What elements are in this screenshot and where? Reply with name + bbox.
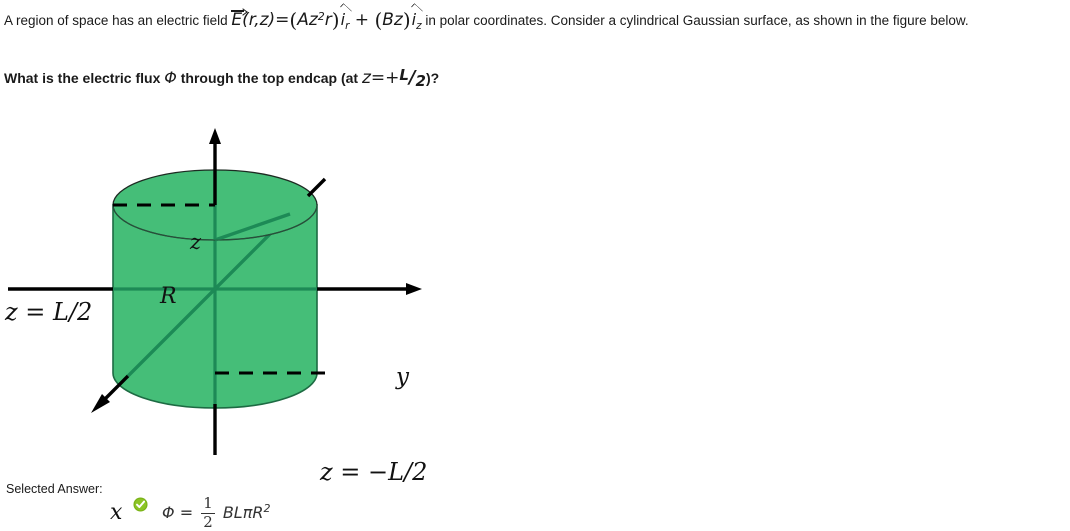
field-arguments: (r,z) [242, 10, 276, 30]
y-axis-label: y [396, 364, 409, 390]
answer-equals-sign: = [179, 502, 194, 522]
z-axis-label: z [190, 230, 202, 254]
correct-checkmark-icon [133, 497, 148, 512]
unit-vector-z-letter: i [411, 10, 417, 29]
question2-text-post: )? [425, 70, 440, 86]
term1-radial-variable: r [324, 10, 332, 30]
selected-answer-label: Selected Answer: [6, 482, 103, 496]
question-statement-line-1: A region of space has an electric field … [4, 3, 969, 35]
equals-sign: = [275, 10, 290, 30]
flux-symbol: Φ [164, 68, 177, 87]
gaussian-cylinder-diagram: z y x R z = L/2 z = −L/2 [0, 108, 470, 525]
answer-expression: BLπR [222, 502, 264, 522]
fraction-denominator: 2 [415, 72, 426, 90]
selected-answer-row: Selected Answer: Φ = 1 2 BLπR2 [4, 478, 404, 530]
z-variable: z [361, 68, 371, 88]
term1-close-paren: ) [331, 8, 340, 32]
fraction-numerator: L [399, 66, 409, 84]
term2-expression: Bz [382, 10, 403, 30]
plus-sign: + [354, 10, 370, 30]
answer-exponent: 2 [263, 501, 271, 515]
question2-text-mid: through the top endcap (at [176, 70, 362, 86]
top-endcap-plane-label: z = L/2 [5, 298, 93, 326]
half-L-fraction: L/2 [399, 66, 426, 90]
answer-flux-symbol: Φ [162, 502, 175, 522]
cylinder-figure-svg [8, 128, 422, 455]
selected-answer-formula: Φ = 1 2 BLπR2 [162, 494, 271, 531]
unit-vector-z-icon: i [410, 3, 423, 29]
answer-fraction-numerator: 1 [203, 494, 213, 512]
radius-label: R [160, 284, 177, 309]
answer-fraction-denominator: 2 [203, 513, 213, 531]
term2-close-paren: ) [402, 8, 411, 32]
y-axis-arrowhead [406, 283, 422, 295]
fraction-slash: / [408, 67, 416, 88]
question-text-intro: A region of space has an electric field [4, 13, 232, 28]
z-axis-arrowhead [209, 128, 221, 144]
answer-fraction-one-half: 1 2 [201, 494, 215, 531]
question-text-outro: in polar coordinates. Consider a cylindr… [421, 13, 969, 28]
term1-exponent: 2 [317, 10, 325, 23]
unit-vector-r-icon: i [339, 3, 352, 29]
term1-coefficient: Az [297, 10, 318, 30]
question-statement-line-2: What is the electric flux Φ through the … [4, 66, 439, 90]
z-equals-sign: = [370, 68, 386, 88]
x-axis-upper-segment [306, 177, 327, 198]
question2-text-pre: What is the electric flux [4, 70, 165, 86]
electric-field-vector-symbol: E [231, 10, 245, 30]
z-plus-sign: + [385, 68, 400, 88]
unit-vector-r-letter: i [340, 10, 346, 29]
